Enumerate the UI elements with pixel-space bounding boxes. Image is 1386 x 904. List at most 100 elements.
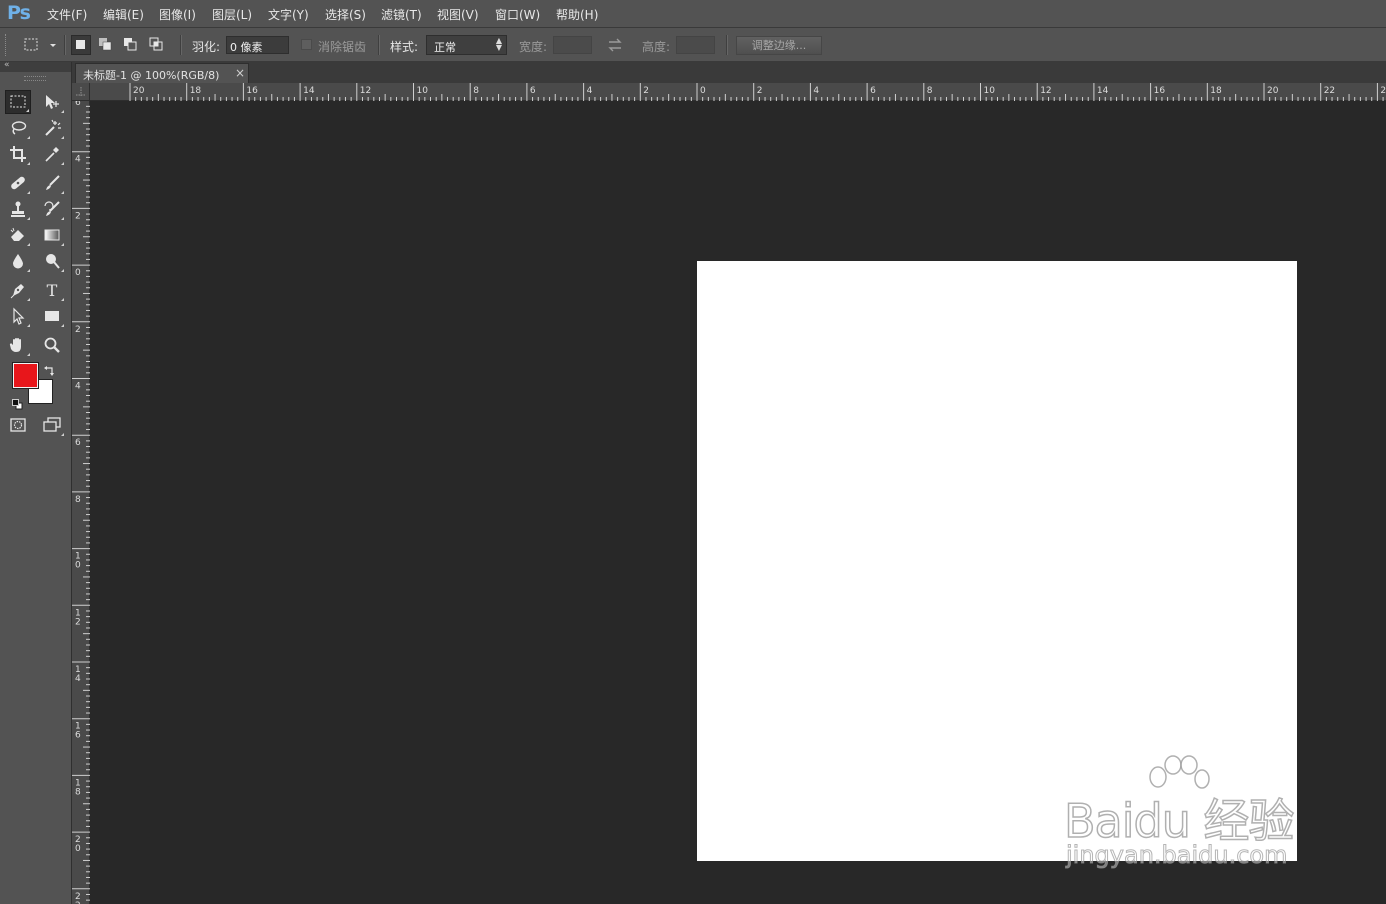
collapse-panel-icon[interactable]: « [4, 60, 10, 70]
stamp-icon [11, 201, 25, 217]
antialias-checkbox[interactable] [301, 39, 312, 50]
menu-view[interactable]: 视图(V) [437, 6, 479, 23]
close-icon[interactable]: × [235, 66, 245, 80]
crop-icon [10, 146, 26, 162]
magnifier-icon [44, 337, 60, 353]
lasso-tool[interactable] [5, 116, 31, 140]
watermark-url: jingyan.baidu.com [1065, 841, 1288, 870]
document-tab-bar: 未标题-1 @ 100%(RGB/8) × [72, 62, 1386, 83]
foreground-color-swatch[interactable] [12, 362, 39, 389]
ruler-label: 8 [75, 787, 81, 797]
ruler-label: 4 [75, 674, 81, 684]
ruler-origin[interactable] [72, 83, 90, 101]
ruler-label: 0 [75, 268, 81, 278]
move-icon [46, 95, 59, 109]
gradient-tool[interactable] [39, 223, 65, 247]
clone-stamp-tool[interactable] [5, 197, 31, 221]
ruler-label: 8 [927, 86, 933, 96]
eraser-tool[interactable] [5, 223, 31, 247]
gradient-icon [44, 229, 60, 241]
vertical-ruler[interactable]: 6420246810121416182022 [72, 101, 90, 904]
ruler-label: 6 [75, 731, 81, 741]
ruler-label: 2 [757, 86, 763, 96]
options-grip[interactable] [5, 34, 9, 56]
type-icon: T [47, 281, 58, 299]
magic-wand-icon [45, 119, 61, 136]
ruler-label: 14 [303, 86, 315, 96]
menu-layer[interactable]: 图层(L) [212, 6, 252, 23]
subtract-selection-icon [124, 38, 137, 51]
ruler-label: 12 [360, 86, 371, 96]
blur-tool[interactable] [5, 249, 31, 273]
svg-text:T: T [47, 281, 58, 299]
new-selection-icon [76, 40, 85, 49]
new-selection-button[interactable] [71, 35, 91, 55]
ruler-origin-icon [76, 87, 86, 97]
tools-panel: « T [0, 60, 72, 904]
style-select[interactable]: 正常 ▲ ▼ [426, 35, 507, 55]
eraser-icon [10, 227, 24, 241]
subtract-selection-button[interactable] [121, 35, 141, 55]
drop-icon [13, 254, 23, 269]
type-tool[interactable]: T [39, 278, 65, 302]
refine-edge-button[interactable]: 调整边缘... [736, 36, 822, 55]
default-colors-icon[interactable] [12, 395, 23, 414]
ruler-label: 18 [190, 86, 202, 96]
magic-wand-tool[interactable] [39, 116, 65, 140]
width-label: 宽度: [519, 40, 548, 54]
rectangle-tool[interactable] [39, 304, 65, 328]
move-tool[interactable] [39, 90, 65, 114]
ruler-label: 6 [530, 86, 536, 96]
menu-select[interactable]: 选择(S) [325, 6, 366, 23]
menu-type[interactable]: 文字(Y) [268, 6, 309, 23]
brush-tool[interactable] [39, 171, 65, 195]
path-selection-icon [13, 307, 25, 325]
height-input[interactable] [676, 36, 715, 54]
history-brush-tool[interactable] [39, 197, 65, 221]
path-selection-tool[interactable] [5, 304, 31, 328]
options-bar: 羽化: 0 像素 消除锯齿 样式: 正常 ▲ ▼ 宽度: 高度: 调整边缘... [0, 28, 1386, 62]
marquee-icon [10, 95, 26, 108]
width-input[interactable] [553, 36, 592, 54]
ruler-label: 6 [75, 101, 81, 108]
menu-file[interactable]: 文件(F) [47, 6, 87, 23]
ruler-label: 10 [984, 86, 996, 96]
ruler-label: 4 [75, 382, 81, 392]
menu-image[interactable]: 图像(I) [159, 6, 196, 23]
add-selection-button[interactable] [96, 35, 116, 55]
ruler-label: 16 [1154, 86, 1166, 96]
dodge-icon [46, 254, 60, 269]
rectangular-marquee-tool[interactable] [5, 90, 31, 114]
eyedropper-icon [45, 147, 59, 162]
ruler-label: 12 [1040, 86, 1051, 96]
document-tab[interactable]: 未标题-1 @ 100%(RGB/8) × [75, 63, 249, 83]
ruler-label: 2 [75, 211, 81, 221]
add-selection-icon [99, 38, 112, 51]
ruler-label: 2 [643, 86, 649, 96]
ruler-label: 16 [246, 86, 258, 96]
feather-input[interactable]: 0 像素 [226, 36, 289, 54]
eyedropper-tool[interactable] [39, 142, 65, 166]
menu-filter[interactable]: 滤镜(T) [381, 6, 422, 23]
photoshop-logo: Ps [7, 2, 31, 24]
menu-help[interactable]: 帮助(H) [556, 6, 598, 23]
horizontal-ruler[interactable]: 20 18 16 14 12 10 8 6 4 2 0 2 4 6 8 10 12 14 16 18 20 22 2 [90, 83, 1386, 101]
zoom-tool[interactable] [39, 333, 65, 357]
intersect-selection-button[interactable] [147, 35, 167, 55]
screen-mode-button[interactable] [39, 413, 65, 437]
swap-dimensions-icon[interactable] [606, 37, 624, 56]
healing-brush-tool[interactable] [5, 171, 31, 195]
ruler-label: 8 [75, 495, 81, 505]
menu-window[interactable]: 窗口(W) [495, 6, 540, 23]
pen-tool[interactable] [5, 278, 31, 302]
crop-tool[interactable] [5, 142, 31, 166]
quick-mask-button[interactable] [5, 413, 31, 437]
dodge-tool[interactable] [39, 249, 65, 273]
document-tab-title: 未标题-1 @ 100%(RGB/8) [83, 69, 220, 82]
tools-panel-grip[interactable] [24, 76, 46, 81]
menu-bar: Ps 文件(F) 编辑(E) 图像(I) 图层(L) 文字(Y) 选择(S) 滤… [0, 0, 1386, 28]
hand-tool[interactable] [5, 333, 31, 357]
tool-preset-picker[interactable] [20, 35, 60, 55]
swap-colors-icon[interactable] [44, 362, 56, 381]
menu-edit[interactable]: 编辑(E) [103, 6, 144, 23]
